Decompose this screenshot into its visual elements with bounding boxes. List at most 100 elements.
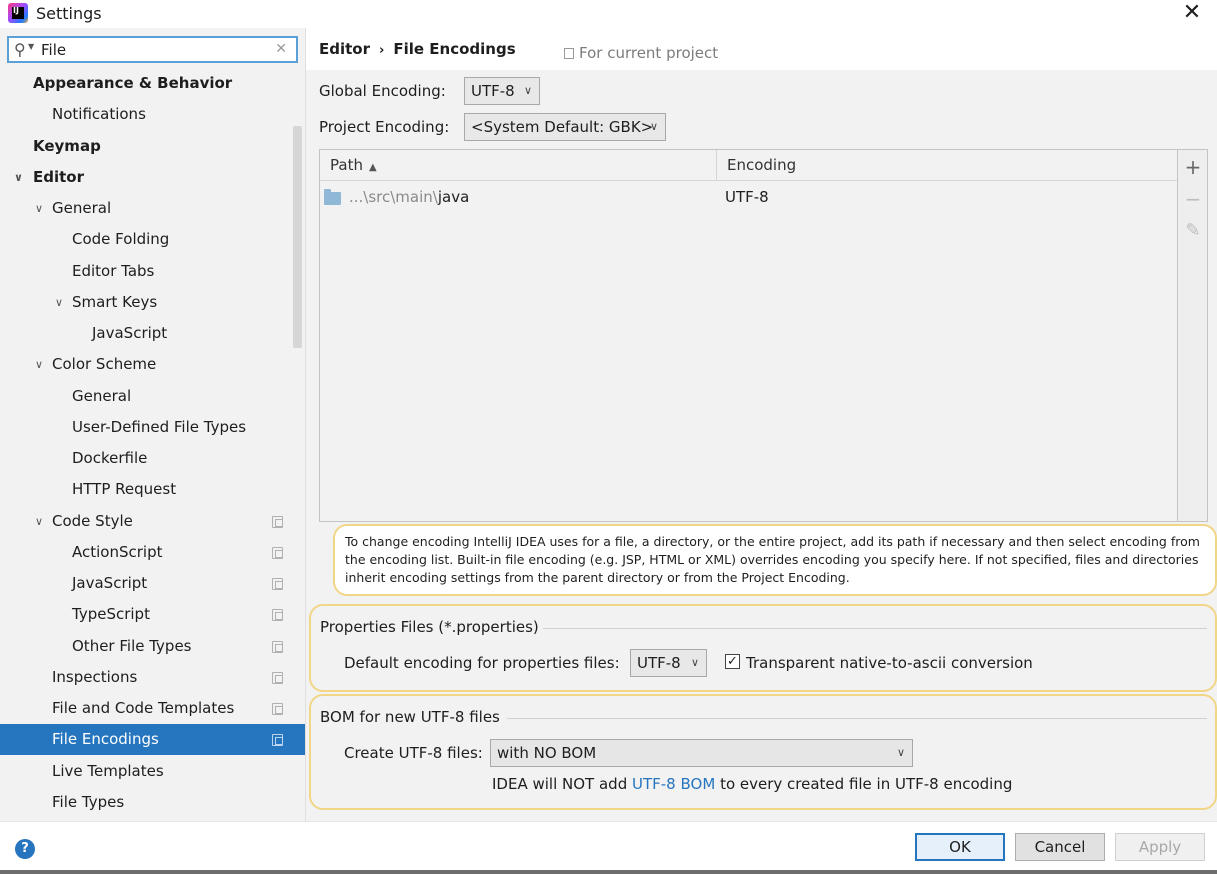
properties-encoding-value: UTF-8 bbox=[637, 654, 681, 672]
remove-icon[interactable]: − bbox=[1184, 189, 1202, 209]
sidebar-item-label: Keymap bbox=[33, 136, 101, 155]
project-encoding-dropdown[interactable]: <System Default: GBK> ∨ bbox=[464, 113, 666, 141]
sidebar-item-label: Editor bbox=[33, 167, 84, 186]
sidebar-item[interactable]: Notifications bbox=[0, 99, 305, 130]
scope-note-text: For current project bbox=[579, 44, 719, 62]
sidebar-item-label: Notifications bbox=[52, 105, 146, 124]
edit-pencil-icon[interactable]: ✎ bbox=[1184, 221, 1202, 241]
window-title: Settings bbox=[36, 4, 102, 23]
sidebar-item[interactable]: File and Code Templates bbox=[0, 693, 305, 724]
properties-encoding-dropdown[interactable]: UTF-8 ∨ bbox=[630, 649, 707, 677]
bom-group-title: BOM for new UTF-8 files bbox=[320, 708, 500, 726]
settings-sidebar: ⚲ ▼ ✕ Appearance & Behavior Notifications… bbox=[0, 28, 306, 821]
chevron-down-icon[interactable]: ∨ bbox=[35, 506, 43, 537]
title-bar: IJ Settings ✕ bbox=[0, 0, 1217, 28]
sidebar-item-label: General bbox=[72, 386, 132, 405]
sidebar-item[interactable]: TypeScript bbox=[0, 599, 305, 630]
sidebar-item-label: TypeScript bbox=[72, 605, 150, 624]
add-icon[interactable]: + bbox=[1184, 157, 1202, 177]
chevron-down-icon: ∨ bbox=[649, 120, 658, 133]
transparent-conversion-label[interactable]: Transparent native-to-ascii conversion bbox=[746, 654, 1033, 672]
cancel-button[interactable]: Cancel bbox=[1015, 833, 1105, 861]
sidebar-item-label: ActionScript bbox=[72, 542, 163, 561]
sidebar-scrollbar[interactable] bbox=[293, 126, 302, 348]
project-encoding-value: <System Default: GBK> bbox=[471, 118, 654, 136]
sidebar-item[interactable]: ∨ Color Scheme bbox=[0, 349, 305, 380]
sidebar-item[interactable]: Dockerfile bbox=[0, 443, 305, 474]
breadcrumb-editor[interactable]: Editor bbox=[319, 40, 370, 58]
table-toolbar: + − ✎ bbox=[1178, 149, 1208, 522]
close-icon[interactable]: ✕ bbox=[1181, 2, 1203, 24]
sidebar-item[interactable]: ∨ Editor bbox=[0, 162, 305, 193]
sidebar-item[interactable]: Other File Types bbox=[0, 631, 305, 662]
sidebar-item[interactable]: ∨ General bbox=[0, 193, 305, 224]
sidebar-item-label: Inspections bbox=[52, 667, 138, 686]
transparent-conversion-checkbox[interactable]: ✓ bbox=[725, 654, 740, 669]
sidebar-item-label: Appearance & Behavior bbox=[33, 74, 233, 92]
column-header-path[interactable]: Path ▲ bbox=[320, 150, 716, 181]
sidebar-item-label: Smart Keys bbox=[72, 292, 158, 311]
project-scope-icon bbox=[272, 671, 283, 684]
sidebar-item[interactable]: Keymap bbox=[0, 131, 305, 162]
sidebar-item[interactable]: General bbox=[0, 381, 305, 412]
apply-button[interactable]: Apply bbox=[1115, 833, 1205, 861]
sidebar-item[interactable]: JavaScript bbox=[0, 568, 305, 599]
chevron-down-icon[interactable]: ∨ bbox=[35, 193, 43, 224]
intellij-app-icon: IJ bbox=[8, 3, 28, 23]
sidebar-item[interactable]: File Encodings bbox=[0, 724, 305, 756]
table-row[interactable]: ...\src\main\java UTF-8 bbox=[320, 182, 1177, 212]
search-history-chevron-icon[interactable]: ▼ bbox=[28, 42, 34, 51]
properties-group-title: Properties Files (*.properties) bbox=[320, 618, 539, 636]
clear-search-icon[interactable]: ✕ bbox=[275, 41, 287, 57]
encoding-hint: To change encoding IntelliJ IDEA uses fo… bbox=[333, 524, 1217, 596]
sidebar-item-label: Color Scheme bbox=[52, 355, 157, 374]
sidebar-item[interactable]: Appearance & Behavior bbox=[0, 68, 305, 99]
sidebar-item[interactable]: Code Folding bbox=[0, 224, 305, 255]
sidebar-item[interactable]: File Types bbox=[0, 787, 305, 818]
utf8-bom-link[interactable]: UTF-8 BOM bbox=[632, 775, 715, 793]
column-header-encoding[interactable]: Encoding bbox=[717, 150, 1177, 181]
scope-note: For current project bbox=[564, 44, 718, 62]
project-scope-icon bbox=[272, 546, 283, 559]
chevron-down-icon: ∨ bbox=[690, 656, 699, 669]
dialog-footer: ? OK Cancel Apply bbox=[0, 821, 1217, 874]
project-encoding-label: Project Encoding: bbox=[319, 118, 450, 136]
group-separator bbox=[543, 628, 1207, 629]
sidebar-item-label: Code Folding bbox=[72, 230, 170, 249]
sidebar-item[interactable]: Inspections bbox=[0, 662, 305, 693]
help-icon[interactable]: ? bbox=[15, 839, 35, 859]
chevron-down-icon[interactable]: ∨ bbox=[14, 162, 23, 193]
ok-button[interactable]: OK bbox=[915, 833, 1005, 861]
project-scope-icon bbox=[564, 48, 574, 59]
sidebar-item[interactable]: Editor Tabs bbox=[0, 256, 305, 287]
sidebar-item-label: Editor Tabs bbox=[72, 261, 155, 280]
global-encoding-dropdown[interactable]: UTF-8 ∨ bbox=[464, 77, 540, 105]
settings-search-input[interactable] bbox=[41, 40, 271, 60]
sidebar-item[interactable]: ∨ Code Style bbox=[0, 506, 305, 537]
sidebar-item[interactable]: JavaScript bbox=[0, 318, 305, 349]
path-encoding-table: Path ▲ Encoding ...\src\main\java UTF-8 bbox=[319, 149, 1178, 522]
sidebar-item[interactable]: ActionScript bbox=[0, 537, 305, 568]
path-name: java bbox=[437, 188, 470, 206]
sidebar-item[interactable]: User-Defined File Types bbox=[0, 412, 305, 443]
breadcrumb: Editor › File Encodings bbox=[319, 40, 516, 58]
sidebar-item[interactable]: ∨ Smart Keys bbox=[0, 287, 305, 318]
properties-files-group: Properties Files (*.properties) Default … bbox=[309, 604, 1217, 692]
search-box[interactable]: ⚲ ▼ ✕ bbox=[7, 36, 298, 63]
table-header: Path ▲ Encoding bbox=[320, 150, 1177, 181]
create-utf8-files-dropdown[interactable]: with NO BOM ∨ bbox=[490, 739, 913, 767]
sidebar-item-label: File Types bbox=[52, 792, 125, 811]
encoding-cell[interactable]: UTF-8 bbox=[725, 182, 769, 212]
chevron-down-icon[interactable]: ∨ bbox=[35, 349, 43, 380]
breadcrumb-file-encodings: File Encodings bbox=[393, 40, 516, 58]
sidebar-item-label: File and Code Templates bbox=[52, 699, 235, 717]
project-scope-icon bbox=[272, 703, 283, 715]
sidebar-item[interactable]: HTTP Request bbox=[0, 474, 305, 505]
project-scope-icon bbox=[272, 640, 283, 653]
sidebar-item-label: User-Defined File Types bbox=[72, 417, 247, 436]
sidebar-item-label: JavaScript bbox=[92, 324, 168, 342]
chevron-down-icon: ∨ bbox=[523, 84, 532, 97]
chevron-down-icon[interactable]: ∨ bbox=[55, 287, 63, 318]
sidebar-item[interactable]: Live Templates bbox=[0, 756, 305, 787]
sidebar-item-label: Dockerfile bbox=[72, 449, 148, 467]
